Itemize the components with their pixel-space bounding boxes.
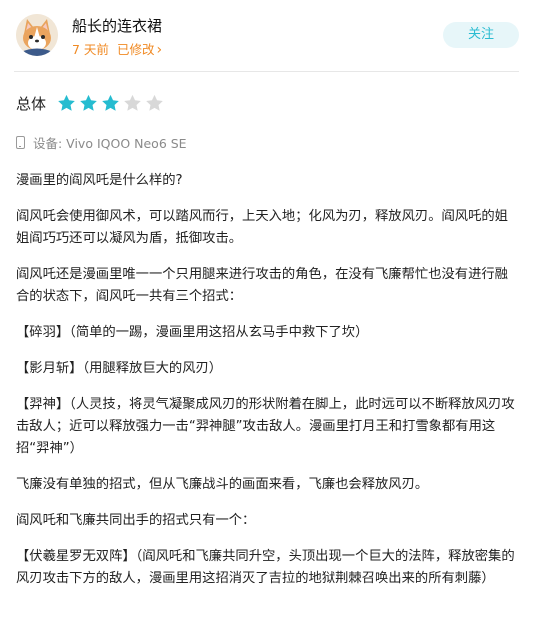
review-paragraph: 【伏羲星罗无双阵】（阎风吒和飞廉共同升空，头顶出现一个巨大的法阵，释放密集的风刃… [16, 549, 515, 586]
review-paragraph: 飞廉没有单独的招式，但从飞廉战斗的画面来看，飞廉也会释放风刃。 [16, 477, 429, 492]
star-filled-icon [80, 94, 97, 111]
star-filled-icon [102, 94, 119, 111]
review-header: 船长的连衣裙 7 天前 已修改 › 关注 [0, 0, 533, 70]
review-paragraph: 【羿神】（人灵技，将灵气凝聚成风刃的形状附着在脚上，此时远可以不断释放风刃攻击敌… [16, 397, 515, 456]
review-content: 漫画里的阎风吒是什么样的? 阎风吒会使用御风术，可以踏风而行，上天入地；化风为刃，… [16, 170, 519, 604]
review-paragraph: 阎风吒还是漫画里唯一一个只用腿来进行攻击的角色，在没有飞廉帮忙也没有进行融合的状… [16, 267, 508, 304]
device-text: 设备: Vivo IQOO Neo6 SE [33, 136, 187, 151]
follow-button[interactable]: 关注 [443, 22, 519, 48]
header-divider [14, 71, 519, 72]
edited-link[interactable]: 已修改 [117, 42, 155, 57]
review-paragraph: 漫画里的阎风吒是什么样的? [16, 173, 183, 188]
review-paragraph: 阎风吒和飞廉共同出手的招式只有一个： [16, 513, 256, 528]
review-paragraph: 【碎羽】（简单的一踢，漫画里用这招从玄马手中救下了坎） [16, 325, 369, 340]
rating-label: 总体 [16, 94, 47, 113]
chevron-right-icon[interactable]: › [156, 42, 162, 58]
review-paragraph: 【影月斩】（用腿释放巨大的风刃） [16, 361, 223, 376]
star-empty-icon [124, 94, 141, 111]
avatar[interactable] [16, 14, 58, 56]
phone-icon [16, 136, 25, 149]
username[interactable]: 船长的连衣裙 [72, 15, 162, 36]
star-filled-icon [58, 94, 75, 111]
device-info: 设备: Vivo IQOO Neo6 SE [16, 133, 187, 152]
star-empty-icon [146, 94, 163, 111]
review-page: 船长的连衣裙 7 天前 已修改 › 关注 总体 设备: Vivo IQOO Neo6… [0, 0, 533, 618]
review-paragraph: 阎风吒会使用御风术，可以踏风而行，上天入地；化风为刃，释放风刃。阎风吒的姐姐阎巧… [16, 209, 508, 246]
corgi-avatar-icon [16, 14, 58, 56]
rating-stars [56, 93, 165, 114]
overall-rating: 总体 [16, 92, 165, 114]
post-time: 7 天前 [72, 42, 109, 57]
post-meta: 7 天前 已修改 › [72, 39, 162, 58]
